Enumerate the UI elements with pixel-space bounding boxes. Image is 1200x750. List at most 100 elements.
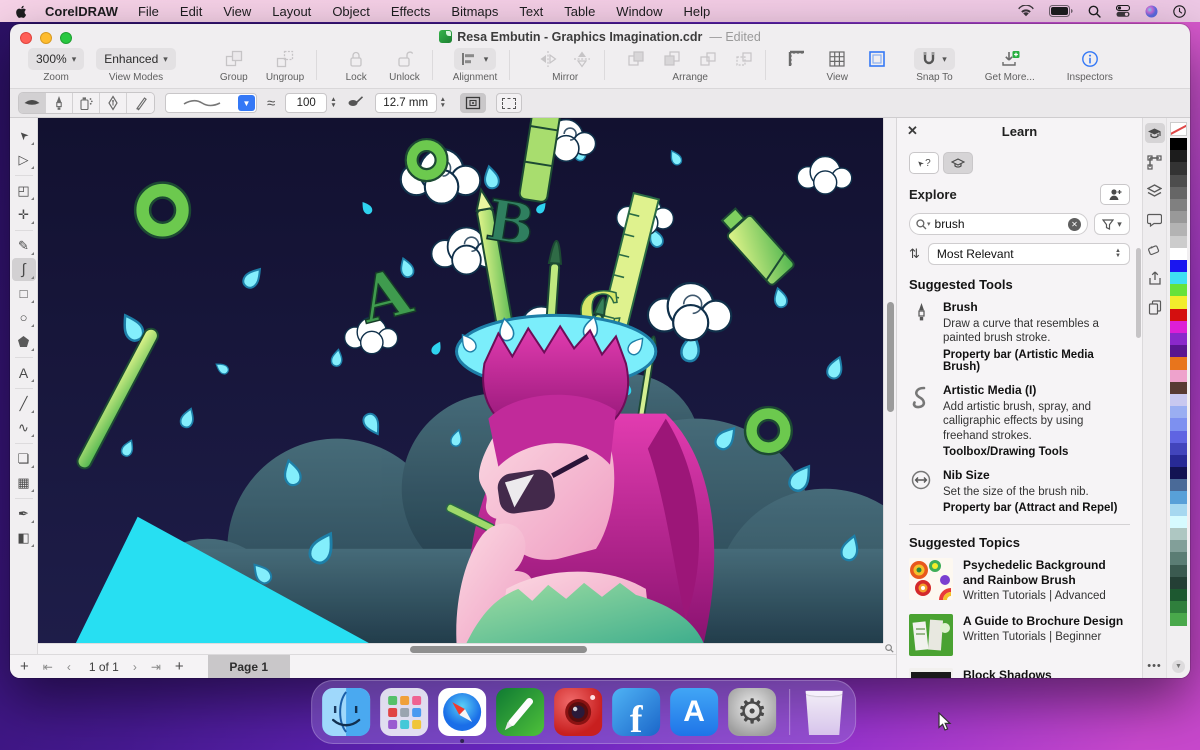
interactive-fill-tool[interactable]: ◧ bbox=[12, 526, 36, 549]
sign-in-button[interactable] bbox=[1100, 184, 1130, 205]
color-swatch[interactable] bbox=[1170, 406, 1187, 418]
add-page-button-left[interactable]: + bbox=[20, 658, 29, 675]
color-swatch[interactable] bbox=[1170, 589, 1187, 601]
color-swatch[interactable] bbox=[1170, 504, 1187, 516]
previous-page-button[interactable]: ‹ bbox=[67, 660, 71, 674]
drawing-canvas[interactable]: A B C bbox=[38, 118, 896, 654]
color-swatch[interactable] bbox=[1170, 357, 1187, 369]
dock-system-settings-icon[interactable]: ⚙ bbox=[728, 688, 776, 736]
menu-app-name[interactable]: CorelDRAW bbox=[45, 4, 118, 19]
drop-shadow-tool[interactable]: ❏ bbox=[12, 447, 36, 470]
menu-help[interactable]: Help bbox=[684, 4, 711, 19]
canvas-vertical-scrollbar[interactable] bbox=[883, 118, 896, 643]
list-item[interactable]: Block Shadows Videos | Beginner bbox=[909, 668, 1130, 678]
color-swatch[interactable] bbox=[1170, 333, 1187, 345]
panel-scrollbar[interactable] bbox=[1136, 248, 1141, 338]
line-tool[interactable]: ╱ bbox=[12, 392, 36, 415]
dock-safari-icon[interactable] bbox=[438, 688, 486, 736]
menu-view[interactable]: View bbox=[223, 4, 251, 19]
brush-mode-button[interactable] bbox=[46, 93, 73, 113]
transparency-tool[interactable]: ▦ bbox=[12, 471, 36, 494]
expression-mode-button[interactable] bbox=[127, 93, 154, 113]
comments-docker-tab[interactable] bbox=[1145, 210, 1165, 230]
color-swatch[interactable] bbox=[1170, 528, 1187, 540]
clock-icon[interactable] bbox=[1173, 5, 1186, 18]
color-swatch[interactable] bbox=[1170, 601, 1187, 613]
transform-docker-tab[interactable] bbox=[1145, 152, 1165, 172]
menu-effects[interactable]: Effects bbox=[391, 4, 431, 19]
menu-text[interactable]: Text bbox=[519, 4, 543, 19]
alignment-dropdown[interactable]: ▾ bbox=[454, 48, 497, 70]
zoom-level-select[interactable]: 300%▾ bbox=[28, 48, 84, 70]
page-tab[interactable]: Page 1 bbox=[208, 655, 290, 679]
close-docker-icon[interactable]: ✕ bbox=[907, 123, 918, 139]
rulers-toggle-button[interactable] bbox=[788, 50, 806, 68]
search-input[interactable]: ▾ brush ✕ bbox=[909, 213, 1088, 235]
color-swatch[interactable] bbox=[1170, 467, 1187, 479]
view-mode-select[interactable]: Enhanced▾ bbox=[96, 48, 176, 70]
dock-coreldraw-icon[interactable] bbox=[496, 688, 544, 736]
color-swatch[interactable] bbox=[1170, 284, 1187, 296]
color-swatch[interactable] bbox=[1170, 309, 1187, 321]
ellipse-tool[interactable]: ○ bbox=[12, 306, 36, 329]
sprayer-mode-button[interactable] bbox=[73, 93, 100, 113]
color-swatch[interactable] bbox=[1170, 394, 1187, 406]
vertical-scroll-thumb[interactable] bbox=[887, 302, 894, 412]
no-fill-swatch[interactable] bbox=[1170, 122, 1187, 136]
pick-tool[interactable]: ➤ bbox=[12, 124, 36, 147]
pan-tool[interactable]: ✛ bbox=[12, 203, 36, 226]
pages-docker-tab[interactable] bbox=[1145, 297, 1165, 317]
preset-mode-button[interactable] bbox=[19, 93, 46, 113]
color-swatch[interactable] bbox=[1170, 577, 1187, 589]
objects-docker-tab[interactable] bbox=[1145, 181, 1165, 201]
list-item[interactable]: Brush Draw a curve that resembles a pain… bbox=[909, 300, 1130, 373]
next-page-button[interactable]: › bbox=[133, 660, 137, 674]
list-item[interactable]: Artistic Media (I) Add artistic brush, s… bbox=[909, 383, 1130, 458]
menu-bitmaps[interactable]: Bitmaps bbox=[451, 4, 498, 19]
dock-app-store-icon[interactable]: A bbox=[670, 688, 718, 736]
color-swatch[interactable] bbox=[1170, 199, 1187, 211]
freehand-tool[interactable]: ✎ bbox=[12, 234, 36, 257]
color-swatch[interactable] bbox=[1170, 138, 1187, 150]
search-icon[interactable] bbox=[1088, 5, 1101, 18]
color-swatch[interactable] bbox=[1170, 613, 1187, 625]
connector-tool[interactable]: ∿ bbox=[12, 416, 36, 439]
color-swatch[interactable] bbox=[1170, 248, 1187, 260]
add-page-button-right[interactable]: + bbox=[175, 658, 184, 675]
last-page-button[interactable]: ⇥ bbox=[151, 660, 161, 674]
filter-button[interactable]: ▾ bbox=[1094, 213, 1130, 235]
text-tool[interactable]: A bbox=[12, 361, 36, 384]
color-swatch[interactable] bbox=[1170, 540, 1187, 552]
color-swatch[interactable] bbox=[1170, 382, 1187, 394]
color-swatch[interactable] bbox=[1170, 296, 1187, 308]
color-swatch[interactable] bbox=[1170, 565, 1187, 577]
color-swatch[interactable] bbox=[1170, 211, 1187, 223]
color-swatch[interactable] bbox=[1170, 150, 1187, 162]
canvas-zoom-button[interactable] bbox=[883, 643, 896, 654]
nib-size-stepper[interactable]: 12.7 mm ▲▼ bbox=[375, 93, 446, 113]
color-swatch[interactable] bbox=[1170, 321, 1187, 333]
clear-search-icon[interactable]: ✕ bbox=[1068, 218, 1081, 231]
color-swatch[interactable] bbox=[1170, 187, 1187, 199]
color-swatch[interactable] bbox=[1170, 370, 1187, 382]
color-swatch[interactable] bbox=[1170, 162, 1187, 174]
color-swatch[interactable] bbox=[1170, 236, 1187, 248]
border-and-gutter-button[interactable] bbox=[460, 93, 486, 113]
explore-tab[interactable] bbox=[943, 152, 973, 174]
dock-photo-booth-icon[interactable] bbox=[554, 688, 602, 736]
color-swatch[interactable] bbox=[1170, 479, 1187, 491]
apple-menu-icon[interactable] bbox=[14, 4, 29, 19]
rectangle-tool[interactable]: □ bbox=[12, 282, 36, 305]
crop-tool[interactable]: ◰ bbox=[12, 179, 36, 202]
shape-tool[interactable]: ▷ bbox=[12, 148, 36, 171]
menu-window[interactable]: Window bbox=[616, 4, 662, 19]
page-border-toggle-button[interactable] bbox=[868, 50, 886, 68]
more-dockers-button[interactable]: ••• bbox=[1147, 660, 1162, 672]
control-center-icon[interactable] bbox=[1116, 5, 1130, 17]
list-item[interactable]: A Guide to Brochure Design Written Tutor… bbox=[909, 614, 1130, 656]
color-swatch[interactable] bbox=[1170, 431, 1187, 443]
polygon-tool[interactable] bbox=[12, 330, 36, 353]
eyedropper-tool[interactable]: ✒ bbox=[12, 502, 36, 525]
list-item[interactable]: Psychedelic Background and Rainbow Brush… bbox=[909, 558, 1130, 602]
list-item[interactable]: Nib Size Set the size of the brush nib. … bbox=[909, 468, 1130, 514]
